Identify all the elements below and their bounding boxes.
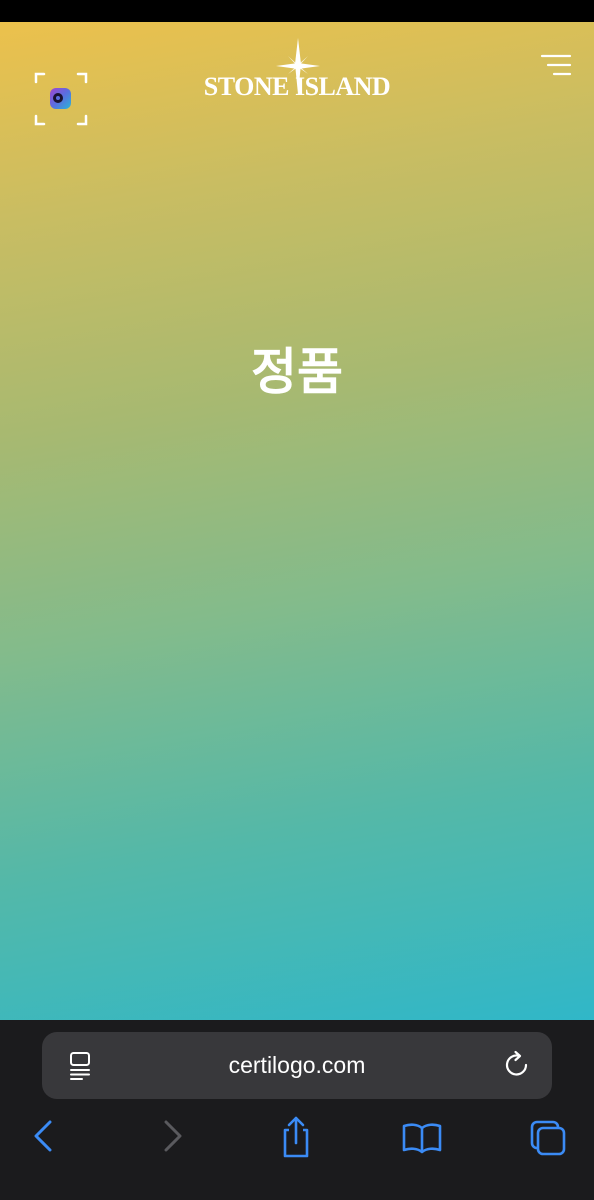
web-content: STONE ISLAND 정품	[0, 22, 594, 1020]
bookmarks-button[interactable]	[400, 1116, 444, 1160]
reload-icon[interactable]	[502, 1050, 532, 1080]
camera-scan-button[interactable]	[34, 72, 88, 126]
chevron-left-icon	[34, 1120, 52, 1152]
hamburger-menu-icon	[540, 54, 572, 76]
brand-logo[interactable]: STONE ISLAND	[198, 36, 396, 106]
screen: STONE ISLAND 정품 certilogo.com	[0, 0, 594, 1200]
address-bar[interactable]: certilogo.com	[42, 1032, 552, 1099]
tabs-icon	[530, 1120, 566, 1156]
forward-button[interactable]	[150, 1116, 194, 1160]
brand-name: STONE ISLAND	[203, 72, 391, 101]
tabs-button[interactable]	[526, 1116, 570, 1160]
share-icon	[283, 1116, 309, 1158]
menu-button[interactable]	[536, 52, 574, 80]
book-icon	[402, 1123, 442, 1154]
camera-scan-icon	[34, 72, 88, 126]
back-button[interactable]	[22, 1116, 66, 1160]
status-bar	[0, 0, 594, 22]
share-button[interactable]	[274, 1116, 318, 1160]
browser-toolbar: certilogo.com	[0, 1020, 594, 1200]
chevron-right-icon	[164, 1120, 182, 1152]
authenticity-headline: 정품	[251, 343, 343, 401]
reader-mode-icon[interactable]	[66, 1051, 94, 1081]
url-text[interactable]: certilogo.com	[122, 1032, 472, 1099]
